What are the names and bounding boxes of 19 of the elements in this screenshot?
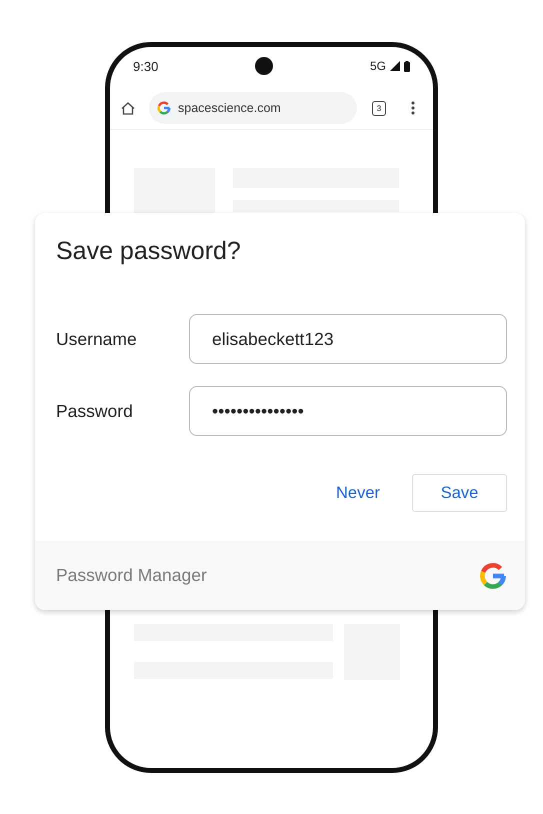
- input-field[interactable]: elisabeckett123: [189, 314, 507, 364]
- network-label: 5G: [370, 59, 386, 73]
- logo-icon: [479, 562, 507, 590]
- field-label: Password: [56, 400, 134, 422]
- address-bar[interactable]: spacescience.com: [149, 92, 357, 124]
- dialog-title: Save password?: [56, 237, 242, 266]
- field-label: Username: [56, 328, 138, 350]
- tab-count-button[interactable]: 3: [372, 100, 386, 116]
- menu-icon[interactable]: [411, 101, 415, 115]
- never-button[interactable]: Never: [324, 474, 392, 512]
- signal-icon: [390, 61, 400, 71]
- save-button[interactable]: Save: [412, 474, 507, 512]
- battery-icon: [404, 60, 410, 72]
- home-icon[interactable]: [121, 102, 135, 114]
- camera-hole: [255, 57, 274, 75]
- status-time: 9:30: [133, 58, 158, 74]
- logo-icon: [157, 101, 171, 115]
- footer-text: Password Manager: [56, 565, 207, 586]
- input-field[interactable]: •••••••••••••••: [189, 386, 507, 436]
